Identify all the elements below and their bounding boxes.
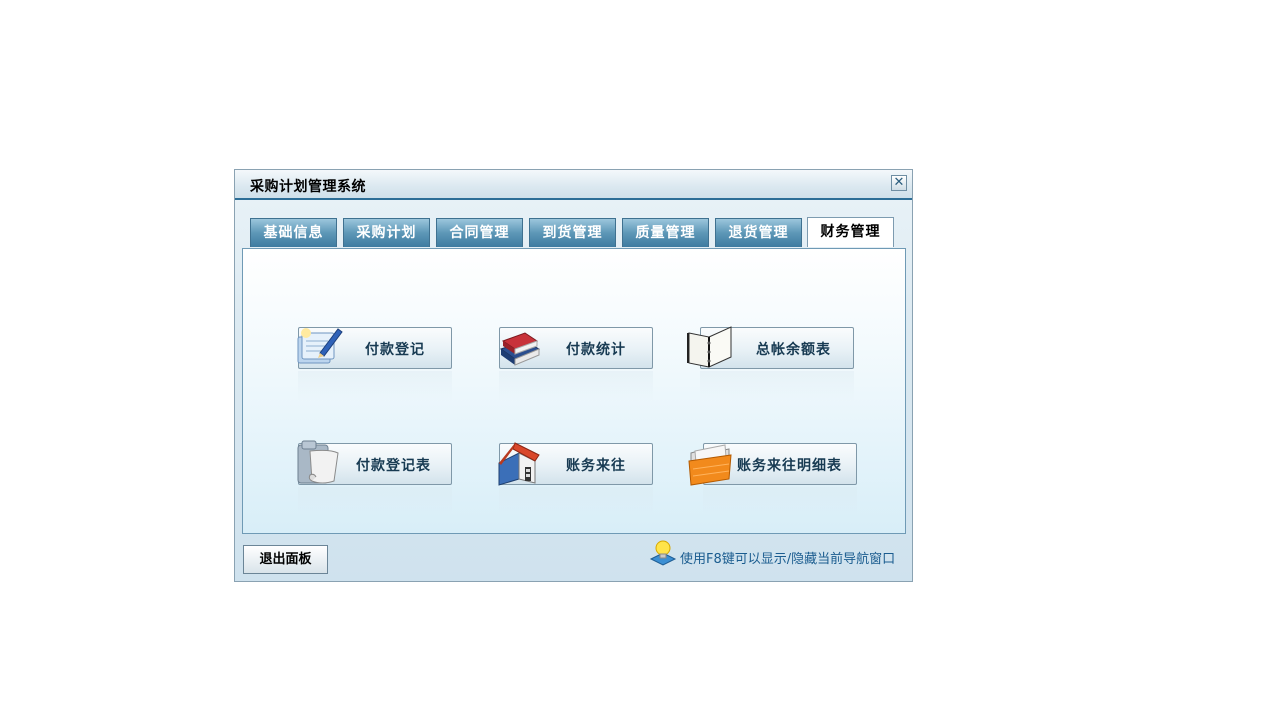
item-account-transactions-detail[interactable]: 账务来往明细表: [688, 443, 861, 517]
item-payment-register-table[interactable]: 付款登记表: [297, 440, 458, 517]
item-payment-register[interactable]: 付款登记: [297, 327, 458, 401]
window-title: 采购计划管理系统: [250, 179, 366, 195]
item-reflection: [499, 371, 653, 401]
tab-contract[interactable]: 合同管理: [436, 218, 523, 247]
tab-purchase-plan[interactable]: 采购计划: [343, 218, 430, 247]
close-icon[interactable]: ✕: [891, 175, 907, 191]
hint-text: 使用F8键可以显示/隐藏当前导航窗口: [680, 552, 896, 567]
item-reflection: [703, 487, 857, 517]
item-label: 付款登记表: [356, 458, 431, 474]
item-label: 总帐余额表: [756, 342, 831, 358]
tab-quality[interactable]: 质量管理: [622, 218, 709, 247]
exit-panel-button[interactable]: 退出面板: [243, 545, 328, 574]
item-label: 付款统计: [566, 342, 626, 358]
scroll-folder-icon: [297, 440, 339, 484]
books-icon: [499, 332, 541, 366]
title-bar: 采购计划管理系统 ✕: [235, 170, 912, 200]
item-reflection: [298, 371, 452, 401]
binder-icon: [687, 326, 732, 368]
item-label: 付款登记: [365, 342, 425, 358]
item-reflection: [700, 371, 854, 401]
pen-paper-icon: [297, 328, 343, 364]
tab-arrival[interactable]: 到货管理: [529, 218, 616, 247]
keyboard-hint: 使用F8键可以显示/隐藏当前导航窗口: [649, 539, 909, 569]
navigation-panel: 采购计划管理系统 ✕ 基础信息 采购计划 合同管理 到货管理 质量管理 退货管理…: [234, 169, 913, 582]
tab-basic-info[interactable]: 基础信息: [250, 218, 337, 247]
item-general-ledger[interactable]: 总帐余额表: [687, 326, 859, 401]
item-payment-stats[interactable]: 付款统计: [499, 327, 659, 401]
tab-content-finance: 付款登记 付款统计 总帐余额表 付款登记表 账务来往 账务来往明细表: [242, 248, 906, 534]
item-reflection: [499, 487, 653, 517]
item-label: 账务来往: [566, 458, 626, 474]
item-account-transactions[interactable]: 账务来往: [498, 442, 659, 517]
tab-returns[interactable]: 退货管理: [715, 218, 802, 247]
orange-folder-icon: [688, 444, 732, 486]
lightbulb-icon: [649, 540, 677, 566]
item-reflection: [298, 487, 452, 517]
tab-finance[interactable]: 财务管理: [807, 217, 894, 247]
item-label: 账务来往明细表: [737, 458, 842, 474]
house-icon: [498, 442, 540, 486]
